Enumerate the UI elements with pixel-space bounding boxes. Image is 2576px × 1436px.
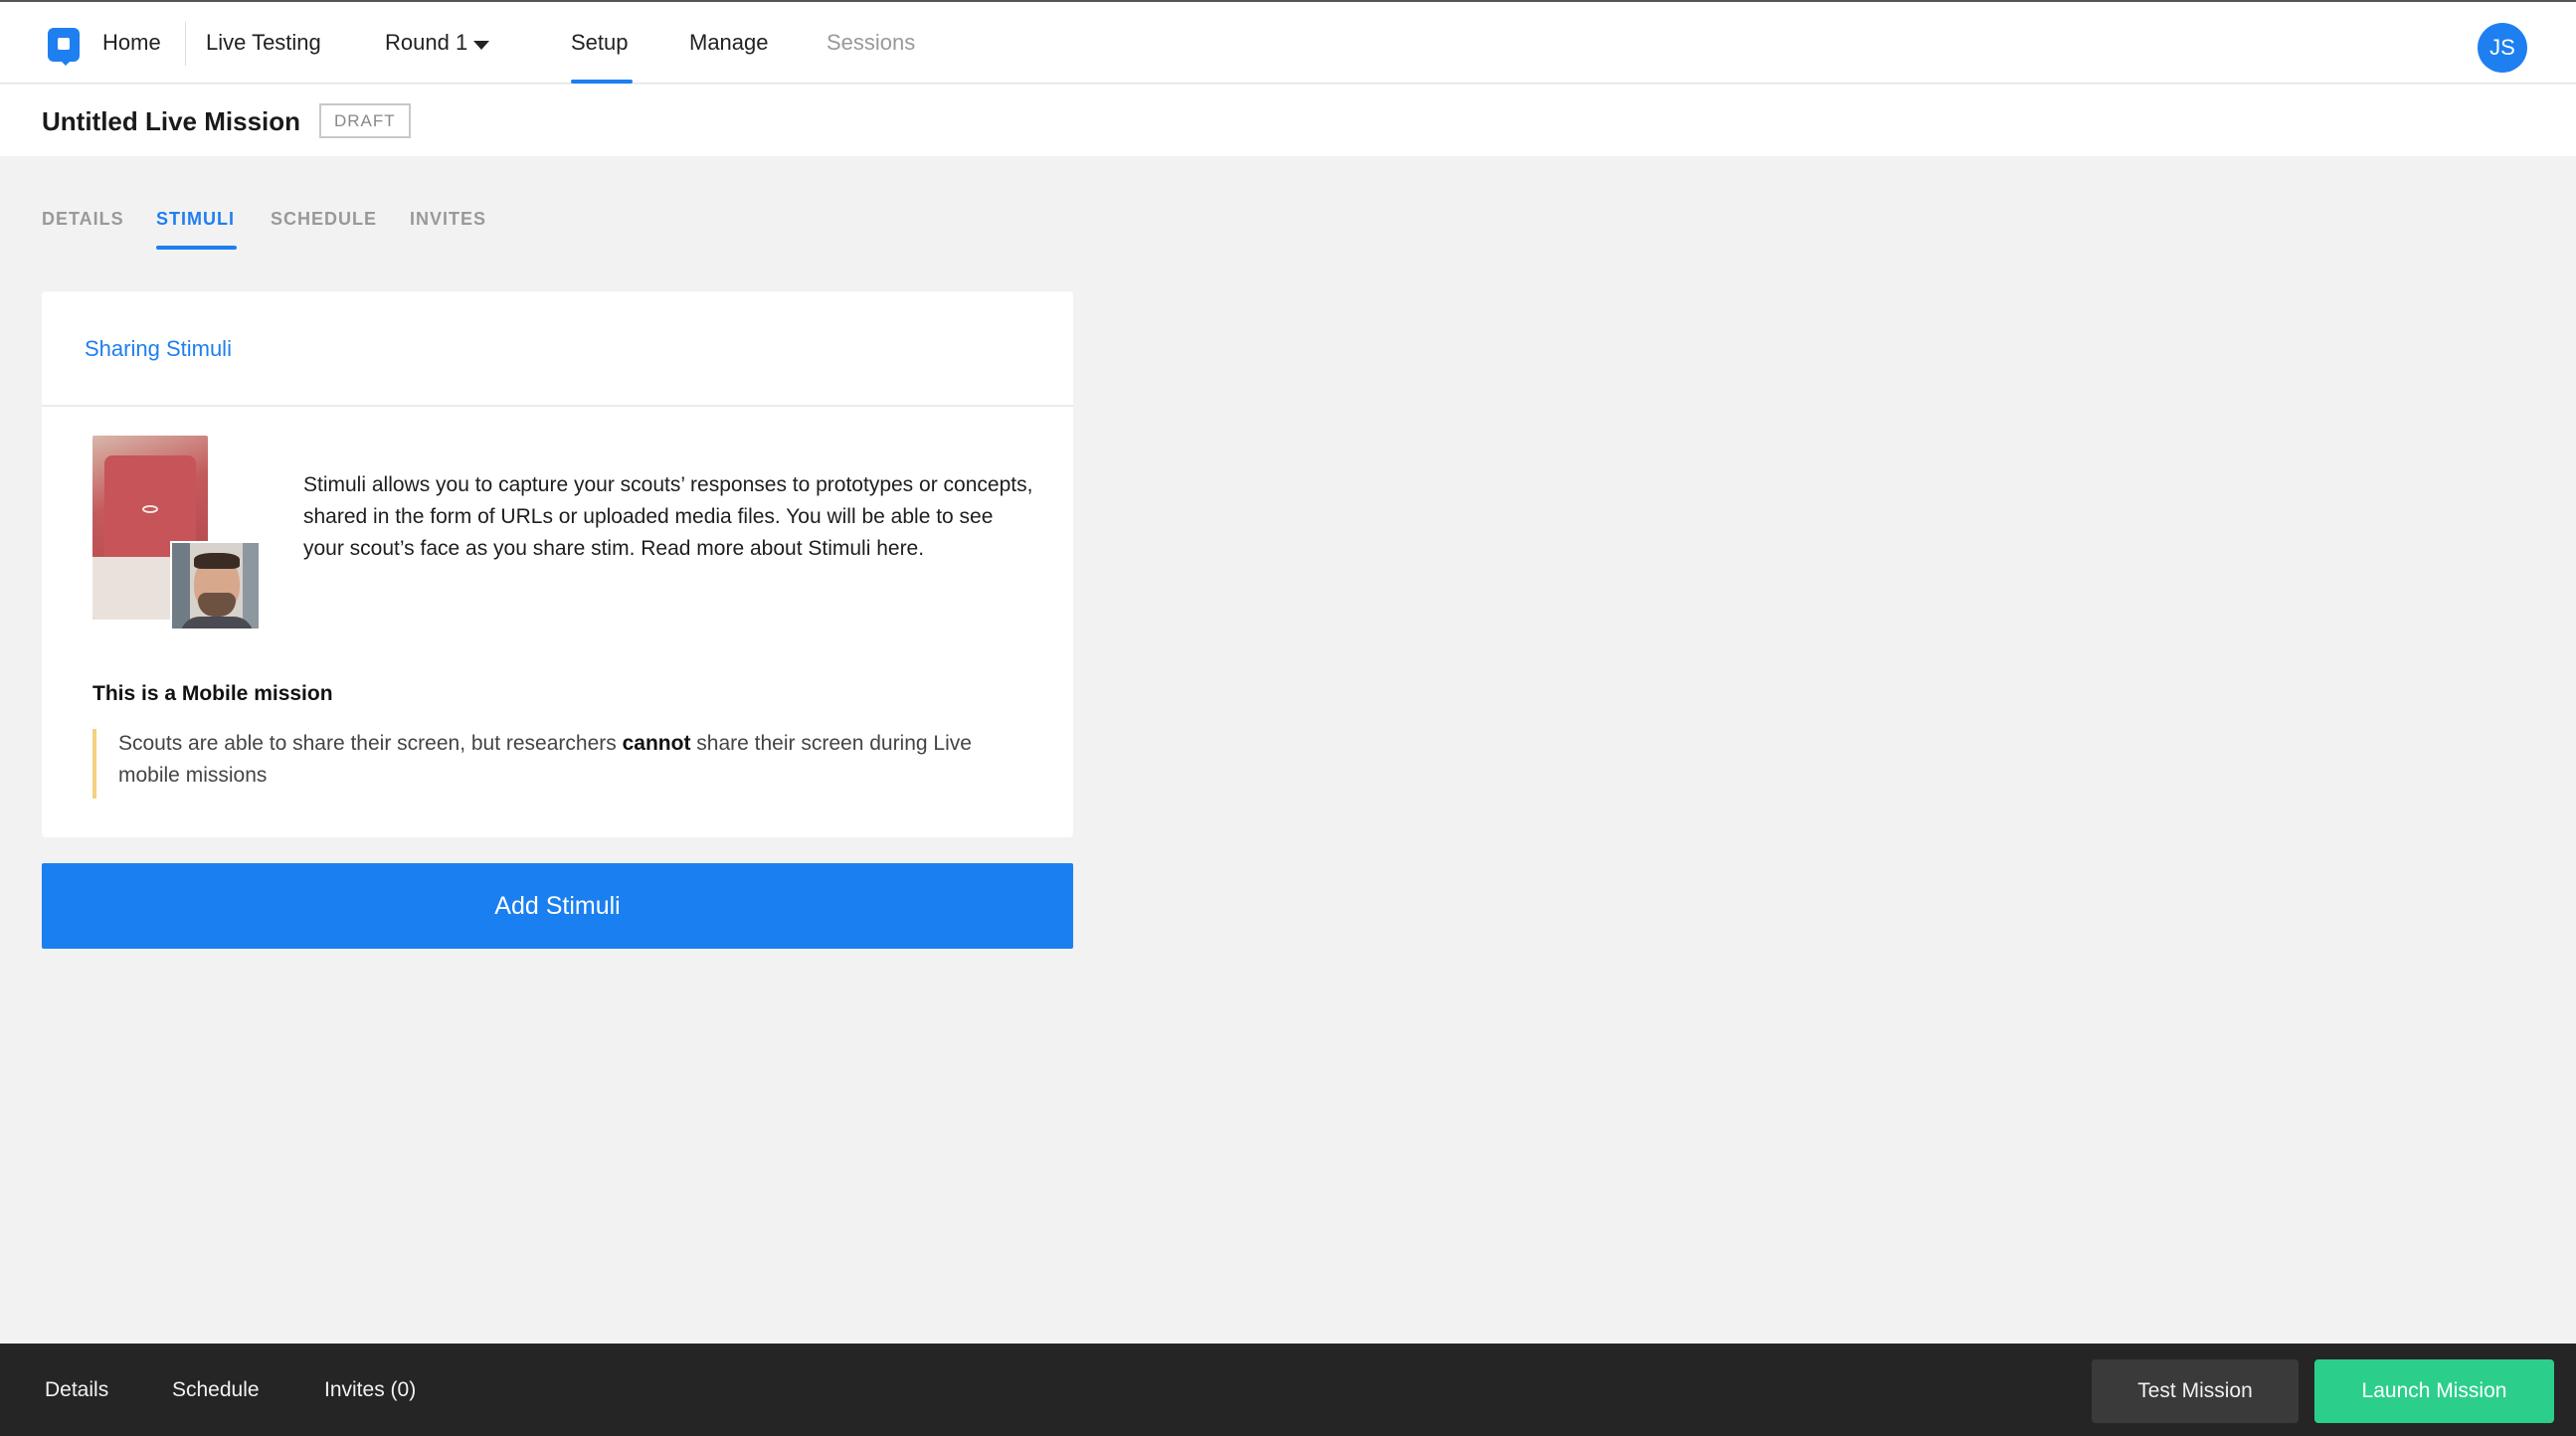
bottom-link-invites[interactable]: Invites (0): [324, 1378, 416, 1402]
test-mission-button[interactable]: Test Mission: [2092, 1359, 2299, 1423]
page-title: Untitled Live Mission: [42, 106, 301, 136]
launch-mission-button[interactable]: Launch Mission: [2314, 1359, 2554, 1423]
app-logo-icon[interactable]: [48, 28, 80, 66]
scout-face-image: [170, 541, 261, 630]
add-stimuli-button[interactable]: Add Stimuli: [42, 863, 1073, 949]
tab-invites[interactable]: INVITES: [410, 209, 486, 230]
nav-tab-setup[interactable]: Setup: [571, 30, 629, 56]
nav-divider: [185, 22, 186, 66]
round-selector[interactable]: Round 1: [385, 30, 467, 56]
card-header: Sharing Stimuli: [42, 291, 1073, 407]
note-emphasis: cannot: [622, 732, 691, 755]
mission-title-bar: Untitled Live Mission DRAFT: [0, 85, 2576, 156]
nav-tab-manage[interactable]: Manage: [689, 30, 769, 56]
tab-schedule[interactable]: SCHEDULE: [271, 209, 377, 230]
card-title[interactable]: Sharing Stimuli: [85, 336, 232, 362]
mobile-mission-note: Scouts are able to share their screen, b…: [118, 732, 972, 787]
bottom-link-details[interactable]: Details: [45, 1378, 108, 1402]
note-accent-bar: [92, 729, 96, 799]
tab-stimuli[interactable]: STIMULI: [156, 209, 235, 230]
stimuli-description: Stimuli allows you to capture your scout…: [303, 473, 1033, 560]
tab-details[interactable]: DETAILS: [42, 209, 124, 230]
nav-tab-sessions[interactable]: Sessions: [827, 30, 915, 56]
tab-active-indicator: [156, 246, 237, 250]
nav-live-testing-link[interactable]: Live Testing: [206, 30, 321, 56]
nav-home-link[interactable]: Home: [102, 30, 161, 56]
mobile-mission-heading: This is a Mobile mission: [92, 682, 333, 705]
status-badge: DRAFT: [319, 103, 411, 138]
bottom-action-bar: Details Schedule Invites (0) Test Missio…: [0, 1344, 2576, 1436]
nav-active-indicator: [571, 80, 633, 84]
bottom-link-schedule[interactable]: Schedule: [172, 1378, 260, 1402]
top-navigation: Home Live Testing Round 1 Setup Manage S…: [0, 0, 2576, 84]
user-avatar[interactable]: JS: [2478, 23, 2527, 73]
stimuli-card: Sharing Stimuli Stimuli allows you to ca…: [42, 291, 1073, 837]
chevron-down-icon[interactable]: [473, 41, 489, 50]
